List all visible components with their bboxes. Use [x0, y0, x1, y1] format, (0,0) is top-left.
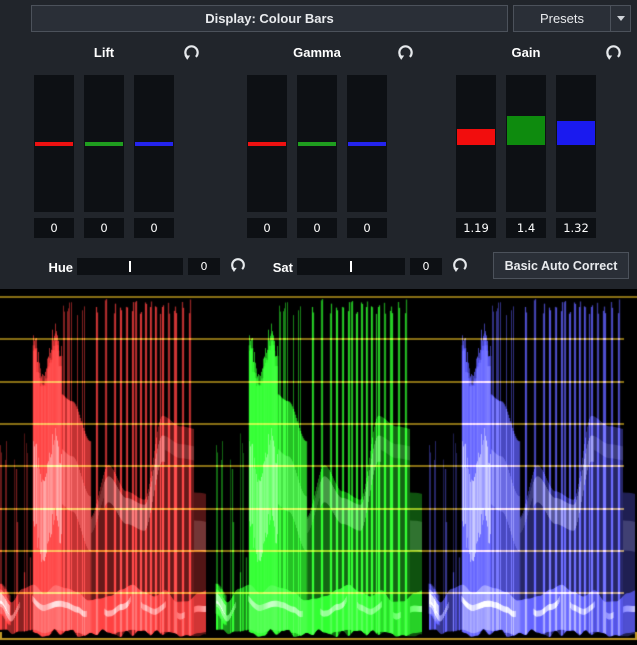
gain-blue-slider[interactable] — [556, 75, 596, 212]
lift-red-handle[interactable] — [35, 142, 73, 146]
lift-green-value[interactable]: 0 — [84, 218, 124, 238]
lift-section-label: Lift — [34, 45, 174, 60]
lift-green-handle[interactable] — [85, 142, 123, 146]
gain-green-slider[interactable] — [506, 75, 546, 212]
gamma-green-value[interactable]: 0 — [297, 218, 337, 238]
lift-blue-handle[interactable] — [135, 142, 173, 146]
hue-reset-button[interactable] — [229, 256, 247, 274]
reset-arrow-icon — [396, 43, 415, 62]
colour-grading-window: Display: Colour Bars Presets Lift Gamma … — [0, 0, 637, 645]
lift-red-value[interactable]: 0 — [34, 218, 74, 238]
presets-dropdown-arrow[interactable] — [610, 6, 630, 31]
gain-blue-value[interactable]: 1.32 — [556, 218, 596, 238]
presets-label: Presets — [514, 11, 610, 26]
lift-red-slider[interactable] — [34, 75, 74, 212]
gamma-green-slider[interactable] — [297, 75, 337, 212]
sat-value[interactable]: 0 — [410, 258, 442, 275]
display-mode-button[interactable]: Display: Colour Bars — [31, 5, 508, 32]
lift-blue-slider[interactable] — [134, 75, 174, 212]
basic-auto-correct-button[interactable]: Basic Auto Correct — [493, 252, 629, 279]
reset-arrow-icon — [604, 43, 623, 62]
hue-value[interactable]: 0 — [188, 258, 220, 275]
sat-slider-tick[interactable] — [350, 261, 352, 272]
gain-green-handle[interactable] — [507, 116, 545, 145]
hue-slider[interactable] — [77, 258, 183, 275]
chevron-down-icon — [617, 16, 625, 21]
gamma-section-label: Gamma — [247, 45, 387, 60]
hue-label: Hue — [38, 260, 73, 275]
gain-section-label: Gain — [456, 45, 596, 60]
sat-label: Sat — [256, 260, 293, 275]
reset-arrow-icon — [229, 256, 247, 274]
gamma-blue-value[interactable]: 0 — [347, 218, 387, 238]
lift-reset-button[interactable] — [182, 43, 201, 62]
lift-green-slider[interactable] — [84, 75, 124, 212]
lift-blue-value[interactable]: 0 — [134, 218, 174, 238]
sat-reset-button[interactable] — [451, 256, 469, 274]
gain-red-slider[interactable] — [456, 75, 496, 212]
hue-slider-tick[interactable] — [129, 261, 131, 272]
presets-button[interactable]: Presets — [513, 5, 631, 32]
gamma-blue-handle[interactable] — [348, 142, 386, 146]
reset-arrow-icon — [182, 43, 201, 62]
gamma-reset-button[interactable] — [396, 43, 415, 62]
rgb-parade-scope — [0, 289, 637, 645]
gamma-red-value[interactable]: 0 — [247, 218, 287, 238]
gain-green-value[interactable]: 1.4 — [506, 218, 546, 238]
gain-blue-handle[interactable] — [557, 121, 595, 145]
reset-arrow-icon — [451, 256, 469, 274]
gamma-red-slider[interactable] — [247, 75, 287, 212]
gain-red-handle[interactable] — [457, 129, 495, 145]
waveform-canvas — [0, 289, 637, 645]
gamma-red-handle[interactable] — [248, 142, 286, 146]
gamma-blue-slider[interactable] — [347, 75, 387, 212]
gamma-green-handle[interactable] — [298, 142, 336, 146]
sat-slider[interactable] — [297, 258, 405, 275]
gain-red-value[interactable]: 1.19 — [456, 218, 496, 238]
gain-reset-button[interactable] — [604, 43, 623, 62]
